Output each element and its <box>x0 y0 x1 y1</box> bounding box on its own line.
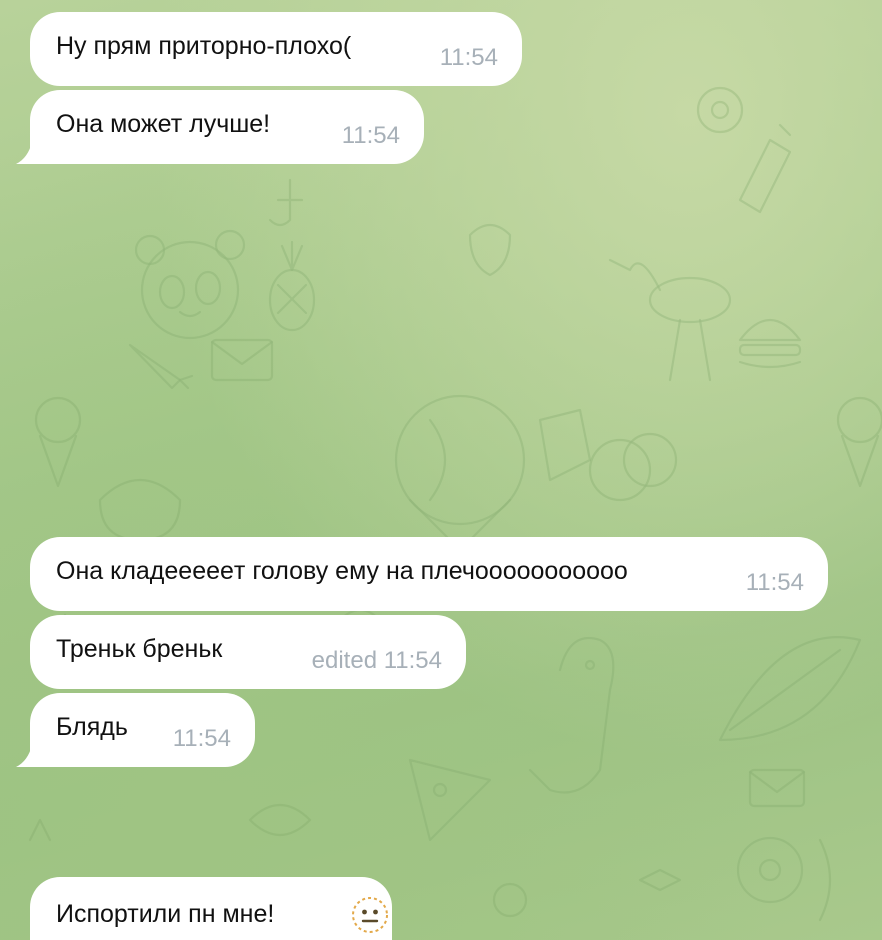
message-text: Ну прям приторно-плохо( <box>56 32 352 60</box>
balloon-doodle <box>394 394 526 560</box>
burger-doodle <box>738 318 802 369</box>
panda-doodle <box>134 229 246 340</box>
message-bubble[interactable]: Она может лучше! 11:54 <box>16 90 424 164</box>
pineapple-doodle <box>268 240 316 332</box>
message-text: Испортили пн мне! <box>56 900 275 928</box>
bubble-tail-icon <box>16 745 32 767</box>
message-bubble[interactable]: Она кладеееeeт голову ему на плечооооооо… <box>30 537 828 611</box>
message-timestamp: 11:54 <box>341 122 400 149</box>
cake-doodle <box>538 408 592 482</box>
bubble-tail-icon <box>16 142 32 164</box>
small-doodles <box>28 86 832 922</box>
dinosaur-doodle <box>528 636 615 794</box>
carrot-doodle <box>128 343 194 390</box>
message-bubble[interactable]: Треньк бреньк edited 11:54 <box>30 615 466 689</box>
donut-doodle <box>736 836 804 904</box>
bird-doodle <box>608 258 732 382</box>
message-timestamp: edited 11:54 <box>311 647 442 674</box>
message-text: Она может лучше! <box>56 110 271 138</box>
leaf-doodle <box>718 636 862 742</box>
message-bubble[interactable]: Блядь 11:54 <box>16 693 255 767</box>
message-timestamp: 11:54 <box>745 569 804 596</box>
message-text: Блядь <box>56 713 128 741</box>
message-timestamp: 11:54 <box>172 725 231 752</box>
message-timestamp: 11:54 <box>439 44 498 71</box>
message-bubble[interactable]: Ну прям приторно-плохо( 11:54 <box>30 12 522 86</box>
icecream-doodle <box>34 396 882 488</box>
message-bubble[interactable]: Испортили пн мне! <box>30 877 392 940</box>
strawberry-doodle <box>468 223 512 277</box>
pizza-doodle <box>408 758 492 842</box>
bottle-doodle <box>738 123 792 214</box>
message-text: Треньк бреньк <box>56 635 223 663</box>
neutral-face-icon <box>352 897 388 933</box>
message-text: Она кладеееeeт голову ему на плечооооооо… <box>56 557 628 585</box>
